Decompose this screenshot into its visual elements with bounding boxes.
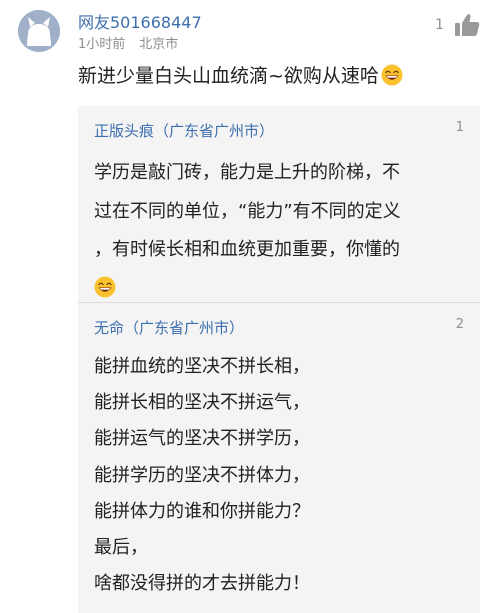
reply-item: 正版头痕（广东省广州市） 1 学历是敲门砖，能力是上升的阶梯，不 过在不同的单位… bbox=[78, 106, 480, 302]
reply-line: 能拼长相的坚决不拼运气， bbox=[94, 392, 310, 414]
reply-line: 学历是敲门砖，能力是上升的阶梯，不 bbox=[94, 162, 400, 183]
user-avatar[interactable] bbox=[18, 10, 60, 52]
reply-line: 过在不同的单位，“能力”有不同的定义 bbox=[94, 200, 401, 222]
comment-text-body: 新进少量白头山血统滴~欲购从速哈 bbox=[78, 65, 379, 87]
reply-line: 最后， bbox=[94, 537, 148, 559]
reply-text: 学历是敲门砖，能力是上升的阶梯，不 过在不同的单位，“能力”有不同的定义 ，有时… bbox=[94, 154, 470, 308]
reply-author[interactable]: 正版头痕（广东省广州市） bbox=[94, 120, 274, 141]
reply-line: 能拼运气的坚决不拼学历， bbox=[94, 428, 310, 450]
comment-meta: 1小时前 北京市 bbox=[78, 33, 178, 52]
reply-text: 能拼血统的坚决不拼长相， 能拼长相的坚决不拼运气， 能拼运气的坚决不拼学历， 能… bbox=[94, 349, 310, 602]
grinning-emoji-icon bbox=[381, 64, 403, 86]
reply-floor-number: 2 bbox=[455, 317, 464, 332]
reply-line: 能拼学历的坚决不拼体力， bbox=[94, 464, 310, 486]
replies-panel: 正版头痕（广东省广州市） 1 学历是敲门砖，能力是上升的阶梯，不 过在不同的单位… bbox=[78, 106, 480, 613]
reply-line: 能拼血统的坚决不拼长相， bbox=[94, 356, 310, 377]
reply-line: 啥都没得拼的才去拼能力！ bbox=[94, 573, 310, 595]
reply-item: 无命（广东省广州市） 2 能拼血统的坚决不拼长相， 能拼长相的坚决不拼运气， 能… bbox=[78, 303, 480, 613]
like-count: 1 bbox=[435, 17, 444, 33]
reply-line: 能拼体力的谁和你拼能力？ bbox=[94, 500, 310, 522]
reply-floor-number: 1 bbox=[455, 120, 464, 135]
comment-username[interactable]: 网友501668447 bbox=[78, 9, 202, 33]
comment-time: 1小时前 bbox=[78, 37, 126, 52]
reply-line: ，有时候长相和血统更加重要，你懂的 bbox=[94, 239, 400, 260]
reply-author[interactable]: 无命（广东省广州市） bbox=[94, 317, 244, 338]
comment-location: 北京市 bbox=[139, 37, 179, 52]
thumbs-up-icon[interactable] bbox=[454, 13, 480, 37]
grinning-emoji-icon bbox=[94, 276, 116, 297]
comment-text: 新进少量白头山血统滴~欲购从速哈 bbox=[78, 62, 403, 90]
default-avatar-icon bbox=[18, 10, 60, 52]
